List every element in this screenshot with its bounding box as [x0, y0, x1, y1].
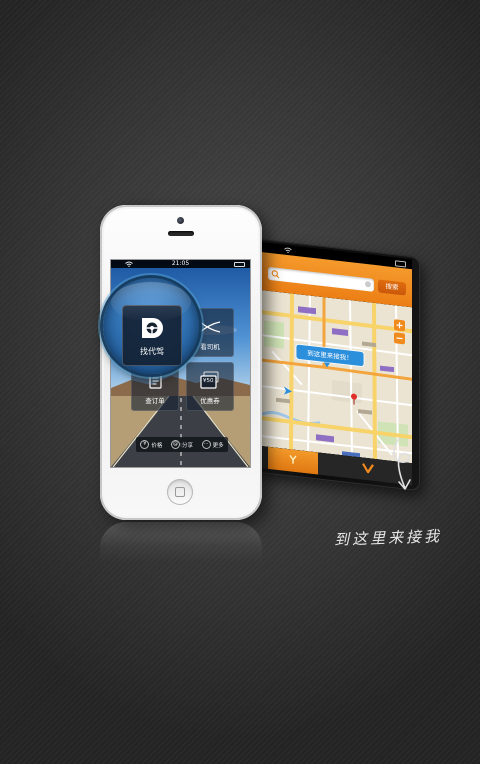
- tile-coupons[interactable]: ¥50 优惠券: [186, 362, 234, 411]
- splash-screen: 搜索 到这里来接我！ 21:05 看司机 查订单 ¥50 优惠券 ¥ 价格 @ …: [0, 0, 480, 764]
- driver-icon: [289, 454, 297, 464]
- clear-icon[interactable]: [365, 280, 371, 288]
- search-icon: [271, 270, 280, 279]
- battery-icon: [234, 262, 245, 267]
- handwritten-caption: 到这里来接我: [333, 527, 443, 549]
- share-button[interactable]: @ 分享: [170, 440, 193, 449]
- more-icon: ···: [201, 440, 211, 449]
- phone-reflection: [100, 522, 262, 562]
- tile-label: 找代驾: [140, 347, 164, 356]
- address-search-input[interactable]: [268, 266, 374, 292]
- home-square-icon: [175, 487, 185, 497]
- v-logo-icon: [362, 463, 374, 474]
- status-bar: 21:05: [111, 260, 250, 268]
- hand-drawn-arrow-icon: [393, 437, 411, 490]
- price-icon: ¥: [140, 440, 150, 449]
- earpiece-speaker: [168, 231, 194, 236]
- tile-label: 优惠券: [200, 397, 220, 405]
- price-button[interactable]: ¥ 价格: [140, 440, 162, 449]
- price-label: 价格: [151, 442, 163, 449]
- lens-glare: [111, 282, 191, 322]
- more-label: 更多: [212, 442, 224, 449]
- crossed-lines-icon: [199, 321, 221, 333]
- status-time: 21:05: [171, 260, 190, 267]
- front-camera: [177, 217, 184, 224]
- search-button[interactable]: 搜索: [378, 279, 406, 296]
- share-icon: @: [170, 440, 180, 449]
- battery-icon: [395, 260, 406, 268]
- document-icon: [149, 372, 162, 389]
- wifi-icon: [284, 247, 292, 254]
- map-tab-call[interactable]: [268, 446, 318, 475]
- coupon-value: ¥50: [203, 378, 214, 384]
- magnifier-lens: 找代驾: [103, 278, 199, 374]
- tile-label: 查订单: [145, 397, 165, 405]
- share-label: 分享: [181, 442, 193, 449]
- more-button[interactable]: ··· 更多: [201, 440, 224, 449]
- park-area: [264, 320, 284, 349]
- home-button[interactable]: [167, 479, 193, 505]
- home-bottom-bar: ¥ 价格 @ 分享 ··· 更多: [136, 437, 228, 452]
- wifi-icon: [125, 261, 133, 267]
